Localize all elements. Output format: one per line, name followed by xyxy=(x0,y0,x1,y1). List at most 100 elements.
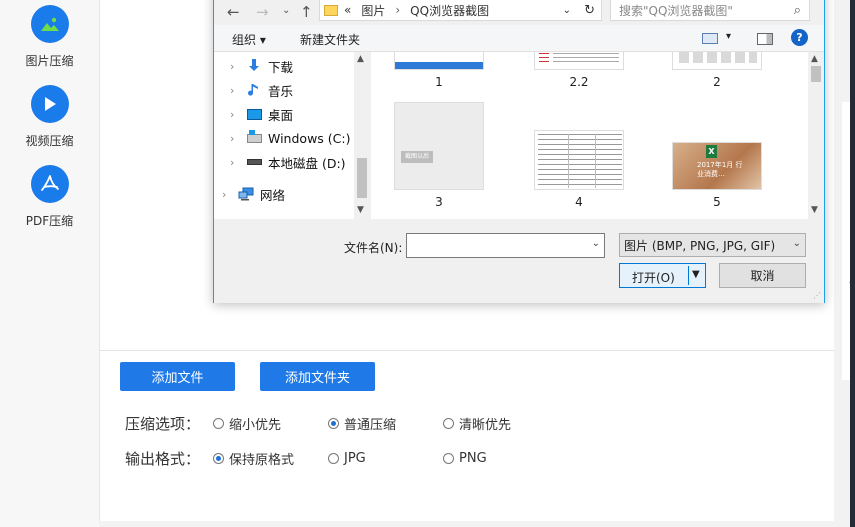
nav-item-windows-c[interactable]: › Windows (C:) xyxy=(230,128,350,148)
nav-item-label: 下载 xyxy=(268,59,294,75)
scroll-up-icon[interactable]: ▲ xyxy=(811,54,818,64)
open-dropdown-icon[interactable]: ▼ xyxy=(692,269,700,280)
nav-item-downloads[interactable]: › 下载 xyxy=(230,56,293,76)
file-thumbnail-2-2[interactable] xyxy=(534,52,624,70)
compress-options-row: 压缩选项： 缩小优先 普通压缩 清晰优先 xyxy=(125,413,511,434)
filename-label: 文件名(N): xyxy=(344,241,403,255)
nav-item-label: 桌面 xyxy=(268,107,294,123)
output-format-label: 输出格式： xyxy=(125,450,201,468)
file-label[interactable]: 5 xyxy=(672,195,762,209)
divider xyxy=(100,350,835,351)
address-prefix: « xyxy=(344,3,352,17)
new-folder-button[interactable]: 新建文件夹 xyxy=(300,31,360,48)
file-label[interactable]: 2 xyxy=(672,75,762,89)
nav-item-network[interactable]: › 网络 xyxy=(222,184,285,204)
file-label[interactable]: 1 xyxy=(394,75,484,89)
open-button-label: 打开(O) xyxy=(632,271,675,285)
chevron-down-icon[interactable]: ⌄ xyxy=(592,238,600,249)
sidebar-item-label: PDF压缩 xyxy=(25,214,74,228)
dark-edge xyxy=(850,0,855,527)
sidebar-item-pdf-compress[interactable]: PDF压缩 xyxy=(0,165,99,229)
search-placeholder: 搜索"QQ浏览器截图" xyxy=(619,3,733,18)
scroll-up-icon[interactable]: ▲ xyxy=(357,54,364,64)
play-icon xyxy=(30,85,69,123)
windows-drive-icon xyxy=(246,129,262,145)
chevron-down-icon[interactable]: ⌄ xyxy=(793,238,801,249)
navigation-pane: › 下载 › 音乐 › 桌面 › Windows (C:) › 本地磁盘 (D:… xyxy=(214,52,370,219)
output-format-row: 输出格式： 保持原格式 JPG PNG xyxy=(125,448,487,469)
breadcrumb-qq-screenshots[interactable]: QQ浏览器截图 xyxy=(410,2,489,19)
filename-input[interactable]: ⌄ xyxy=(406,233,605,258)
desktop-icon xyxy=(246,107,262,121)
resize-grip-icon[interactable]: ⋰ xyxy=(813,291,821,300)
search-icon: ⌕ xyxy=(793,2,801,18)
cancel-button[interactable]: 取消 xyxy=(719,263,806,288)
view-chevron-icon[interactable]: ▾ xyxy=(726,31,731,42)
sidebar-item-image-compress[interactable]: 图片压缩 xyxy=(0,5,99,69)
file-thumbnail-1[interactable] xyxy=(394,52,484,70)
thumbnail-text: 2017年1月 行业消费… xyxy=(697,161,743,178)
nav-item-label: Windows (C:) xyxy=(268,130,351,146)
sidebar-item-label: 图片压缩 xyxy=(25,54,74,68)
radio-jpg[interactable]: JPG xyxy=(328,451,443,466)
back-arrow-icon[interactable]: ← xyxy=(227,3,240,21)
file-type-select[interactable]: 图片 (BMP, PNG, JPG, GIF) ⌄ xyxy=(619,233,806,257)
organize-menu[interactable]: 组织 ▾ xyxy=(232,31,266,48)
search-input[interactable]: 搜索"QQ浏览器截图" ⌕ xyxy=(610,0,810,21)
address-box[interactable]: « 图片 › QQ浏览器截图 ⌄ ↻ xyxy=(319,0,602,21)
file-list-pane: 1 2.2 2 截图以后 3 4 X 2017年1月 行业消费… 5 xyxy=(371,52,808,219)
radio-png[interactable]: PNG xyxy=(443,451,487,466)
scroll-thumb[interactable] xyxy=(811,66,821,82)
radio-shrink-first[interactable]: 缩小优先 xyxy=(213,414,328,433)
network-icon xyxy=(238,187,254,201)
refresh-icon[interactable]: ↻ xyxy=(584,3,595,18)
sidebar-item-label: 视频压缩 xyxy=(25,134,74,148)
file-label[interactable]: 4 xyxy=(534,195,624,209)
address-bar-row: ← → ⌄ ↑ « 图片 › QQ浏览器截图 ⌄ ↻ 搜索"QQ浏览器截图" ⌕ xyxy=(214,0,824,25)
history-chevron-icon[interactable]: ⌄ xyxy=(282,5,290,16)
excel-icon: X xyxy=(706,145,717,158)
thumbnail-text: 截图以后 xyxy=(401,151,433,163)
add-file-button[interactable]: 添加文件 xyxy=(120,362,235,391)
nav-scrollbar[interactable]: ▲ ▼ xyxy=(354,52,370,219)
radio-keep-format[interactable]: 保持原格式 xyxy=(213,449,328,468)
file-thumbnail-3[interactable]: 截图以后 xyxy=(394,102,484,190)
file-label[interactable]: 2.2 xyxy=(534,75,624,89)
dialog-bottom-area: 文件名(N): ⌄ 图片 (BMP, PNG, JPG, GIF) ⌄ 打开(O… xyxy=(214,219,824,303)
dialog-toolbar: 组织 ▾ 新建文件夹 ▾ ? xyxy=(214,25,824,52)
nav-item-label: 音乐 xyxy=(268,83,294,99)
file-open-dialog: ← → ⌄ ↑ « 图片 › QQ浏览器截图 ⌄ ↻ 搜索"QQ浏览器截图" ⌕… xyxy=(213,0,825,303)
scroll-thumb[interactable] xyxy=(357,158,367,198)
scroll-down-icon[interactable]: ▼ xyxy=(811,205,818,215)
nav-item-desktop[interactable]: › 桌面 xyxy=(230,104,293,124)
file-label[interactable]: 3 xyxy=(394,195,484,209)
file-thumbnail-5[interactable]: X 2017年1月 行业消费… xyxy=(672,142,762,190)
music-icon xyxy=(246,83,262,97)
file-thumbnail-4[interactable] xyxy=(534,130,624,190)
drive-icon xyxy=(246,155,262,169)
compress-options-label: 压缩选项： xyxy=(125,415,201,433)
scroll-down-icon[interactable]: ▼ xyxy=(357,205,364,215)
preview-pane-icon[interactable] xyxy=(757,33,773,45)
left-sidebar: 图片压缩 视频压缩 PDF压缩 xyxy=(0,0,99,527)
file-list-scrollbar[interactable]: ▲ ▼ xyxy=(808,52,824,219)
sidebar-item-video-compress[interactable]: 视频压缩 xyxy=(0,85,99,149)
radio-clarity-first[interactable]: 清晰优先 xyxy=(443,414,511,433)
forward-arrow-icon[interactable]: → xyxy=(256,3,269,21)
help-icon[interactable]: ? xyxy=(791,29,808,46)
nav-item-music[interactable]: › 音乐 xyxy=(230,80,293,100)
download-icon xyxy=(246,59,262,73)
open-button[interactable]: 打开(O) ▼ xyxy=(619,263,706,288)
nav-item-local-d[interactable]: › 本地磁盘 (D:) xyxy=(230,152,346,172)
nav-item-label: 网络 xyxy=(260,187,286,203)
view-options-icon[interactable] xyxy=(702,33,718,44)
breadcrumb-pictures[interactable]: 图片 xyxy=(361,2,385,19)
file-thumbnail-2[interactable] xyxy=(672,52,762,70)
address-dropdown-icon[interactable]: ⌄ xyxy=(563,5,571,16)
nav-item-label: 本地磁盘 (D:) xyxy=(268,155,346,171)
up-arrow-icon[interactable]: ↑ xyxy=(300,3,313,21)
pdf-icon xyxy=(30,165,69,203)
radio-normal-compress[interactable]: 普通压缩 xyxy=(328,414,443,433)
add-folder-button[interactable]: 添加文件夹 xyxy=(260,362,375,391)
folder-icon xyxy=(324,4,338,16)
